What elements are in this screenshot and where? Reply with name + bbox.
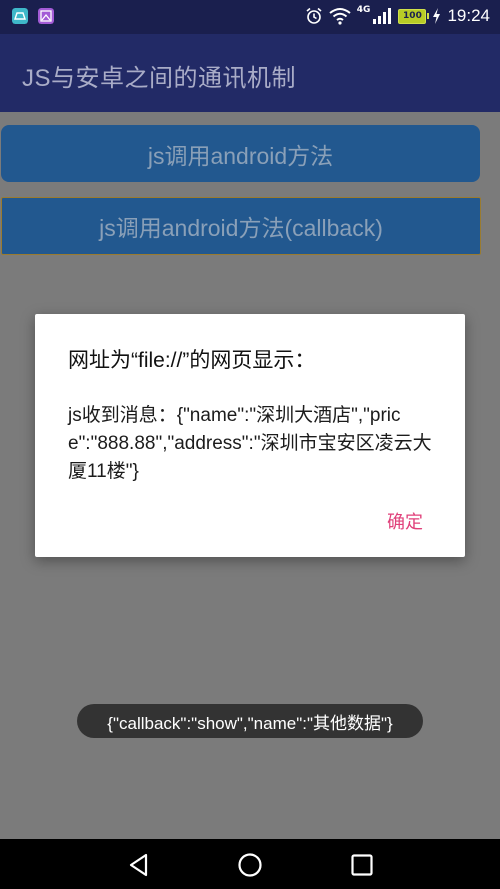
home-icon[interactable]	[237, 852, 263, 878]
dialog-title: 网址为“file://”的网页显示：	[68, 349, 316, 372]
dialog-ok-button[interactable]: 确定	[387, 508, 423, 534]
clock: 19:24	[447, 6, 490, 25]
navigation-bar	[0, 839, 500, 889]
charging-icon	[433, 8, 441, 24]
app-bar: JS与安卓之间的通讯机制	[0, 34, 500, 112]
gallery-notification-icon	[38, 8, 54, 24]
status-icons: 4G 100 19:24	[305, 5, 490, 26]
signal-icon	[373, 8, 392, 24]
app-title: JS与安卓之间的通讯机制	[22, 65, 297, 92]
back-icon[interactable]	[126, 852, 152, 878]
dialog-message: js收到消息：{"name":"深圳大酒店","price":"888.88",…	[68, 405, 432, 482]
alert-dialog: 网址为“file://”的网页显示： js收到消息：{"name":"深圳大酒店…	[35, 314, 465, 557]
js-call-android-callback-button[interactable]: js调用android方法(callback)	[1, 197, 481, 255]
status-bar: 4G 100 19:24	[0, 0, 500, 34]
notification-icons	[12, 8, 54, 24]
wifi-icon	[329, 8, 351, 25]
battery-level: 100	[403, 11, 422, 21]
battery-icon: 100	[398, 8, 430, 24]
recents-icon[interactable]	[349, 852, 375, 878]
toast-message: {"callback":"show","name":"其他数据"}	[77, 704, 423, 738]
network-type: 4G	[356, 5, 371, 15]
js-call-android-button[interactable]: js调用android方法	[1, 125, 480, 182]
app-notification-icon	[12, 8, 28, 24]
alarm-icon	[306, 7, 322, 24]
